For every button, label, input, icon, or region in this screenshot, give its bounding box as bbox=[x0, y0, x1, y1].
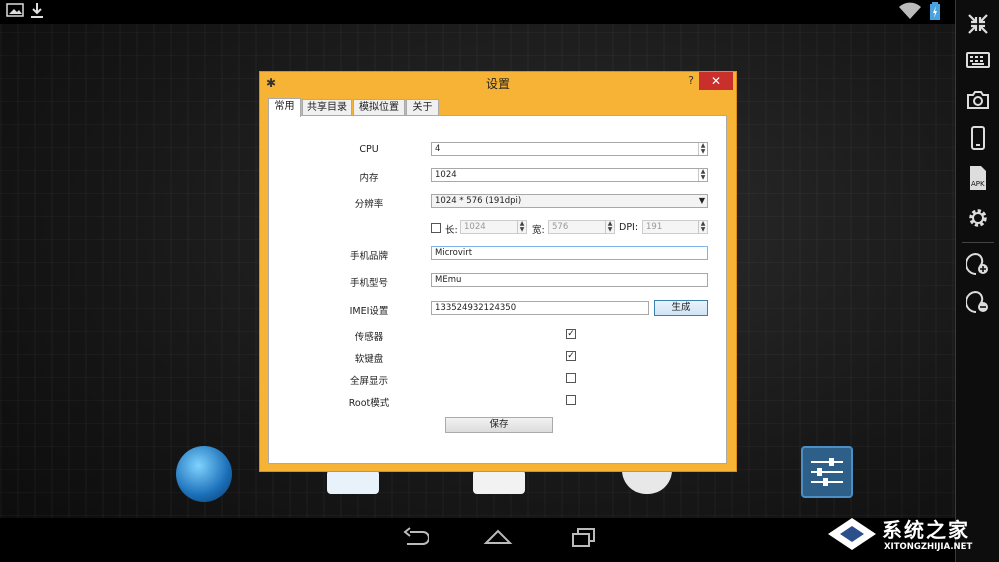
tab-about[interactable]: 关于 bbox=[406, 99, 439, 116]
apk-icon[interactable]: APK bbox=[956, 160, 999, 196]
tab-shared-folder[interactable]: 共享目录 bbox=[302, 99, 352, 116]
length-spinbox[interactable]: 1024 ▲ ▼ bbox=[460, 220, 527, 234]
watermark-url: XITONGZHIJIA.NET bbox=[884, 542, 973, 552]
download-icon bbox=[30, 2, 44, 25]
model-input[interactable]: MEmu bbox=[431, 273, 708, 287]
spin-arrows-icon: ▲ ▼ bbox=[605, 221, 614, 233]
camera-icon[interactable] bbox=[956, 82, 999, 118]
save-button[interactable]: 保存 bbox=[445, 417, 553, 433]
watermark-brand: 系统之家 bbox=[882, 518, 970, 542]
shrink-icon[interactable] bbox=[956, 6, 999, 42]
generate-imei-button[interactable]: 生成 bbox=[654, 300, 708, 316]
browser-app-icon[interactable] bbox=[176, 446, 232, 502]
battery-icon bbox=[929, 2, 941, 26]
settings-dialog: ✱ 设置 ? ✕ 常用 共享目录 模拟位置 关于 CPU 4 ▲ ▼ 内存 1024… bbox=[259, 71, 737, 472]
settings-app-icon[interactable] bbox=[801, 446, 853, 498]
width-label: 宽: bbox=[532, 225, 545, 236]
svg-text:APK: APK bbox=[971, 180, 985, 188]
android-screen: ✱ 设置 ? ✕ 常用 共享目录 模拟位置 关于 CPU 4 ▲ ▼ 内存 1024… bbox=[0, 0, 955, 562]
dpi-label: DPI: bbox=[619, 222, 639, 233]
home-icon[interactable] bbox=[478, 526, 518, 553]
soft-keyboard-checkbox[interactable]: ✓ bbox=[566, 351, 576, 361]
recent-apps-icon[interactable] bbox=[563, 526, 603, 553]
brand-input[interactable]: Microvirt bbox=[431, 246, 708, 260]
resolution-select[interactable]: 1024 * 576 (191dpi) ▼ bbox=[431, 194, 708, 208]
help-app-icon[interactable] bbox=[622, 470, 672, 494]
app-store-icon[interactable] bbox=[473, 470, 525, 494]
dialog-title: 设置 bbox=[485, 77, 510, 91]
emulator-toolbar: APK bbox=[955, 0, 999, 562]
memory-spinbox[interactable]: 1024 ▲ ▼ bbox=[431, 168, 708, 182]
imei-input[interactable]: 133524932124350 bbox=[431, 301, 649, 315]
navigation-bar bbox=[0, 518, 955, 562]
sensor-label: 传感器 bbox=[354, 332, 384, 343]
back-icon[interactable] bbox=[395, 526, 435, 553]
watermark-logo-icon bbox=[828, 518, 876, 550]
toolbar-divider bbox=[962, 242, 994, 243]
length-label: 长: bbox=[445, 225, 458, 236]
wifi-icon bbox=[898, 2, 922, 25]
close-button[interactable]: ✕ bbox=[699, 72, 733, 90]
volume-up-icon[interactable] bbox=[956, 246, 999, 282]
gear-icon[interactable] bbox=[956, 200, 999, 236]
chevron-down-icon: ▼ bbox=[698, 196, 705, 205]
custom-resolution-checkbox[interactable] bbox=[431, 223, 441, 233]
dpi-spinbox[interactable]: 191 ▲ ▼ bbox=[642, 220, 708, 234]
spin-arrows-icon: ▲ ▼ bbox=[698, 221, 707, 233]
image-icon bbox=[6, 2, 24, 23]
general-panel: CPU 4 ▲ ▼ 内存 1024 ▲ ▼ 分辨率 1024 * 576 (191dpi… bbox=[268, 115, 727, 464]
dialog-title-bar[interactable]: ✱ 设置 ? ✕ bbox=[260, 72, 736, 94]
spin-arrows-icon: ▲ ▼ bbox=[517, 221, 526, 233]
fullscreen-checkbox[interactable] bbox=[566, 373, 576, 383]
fullscreen-label: 全屏显示 bbox=[349, 376, 388, 387]
watermark: 系统之家 XITONGZHIJIA.NET bbox=[822, 508, 999, 562]
help-button[interactable]: ? bbox=[688, 74, 694, 87]
cpu-spinbox[interactable]: 4 ▲ ▼ bbox=[431, 142, 708, 156]
es-file-explorer-icon[interactable] bbox=[327, 470, 379, 494]
root-mode-checkbox[interactable] bbox=[566, 395, 576, 405]
tab-location[interactable]: 模拟位置 bbox=[353, 99, 405, 116]
volume-down-icon[interactable] bbox=[956, 284, 999, 320]
status-bar bbox=[0, 0, 955, 24]
rotate-icon[interactable] bbox=[956, 120, 999, 156]
width-spinbox[interactable]: 576 ▲ ▼ bbox=[548, 220, 615, 234]
sensor-checkbox[interactable]: ✓ bbox=[566, 329, 576, 339]
spin-arrows-icon[interactable]: ▲ ▼ bbox=[698, 169, 707, 181]
spin-arrows-icon[interactable]: ▲ ▼ bbox=[698, 143, 707, 155]
soft-keyboard-label: 软键盘 bbox=[354, 354, 384, 365]
root-mode-label: Root模式 bbox=[348, 398, 390, 409]
tab-general[interactable]: 常用 bbox=[268, 98, 301, 117]
keyboard-icon[interactable] bbox=[956, 42, 999, 78]
